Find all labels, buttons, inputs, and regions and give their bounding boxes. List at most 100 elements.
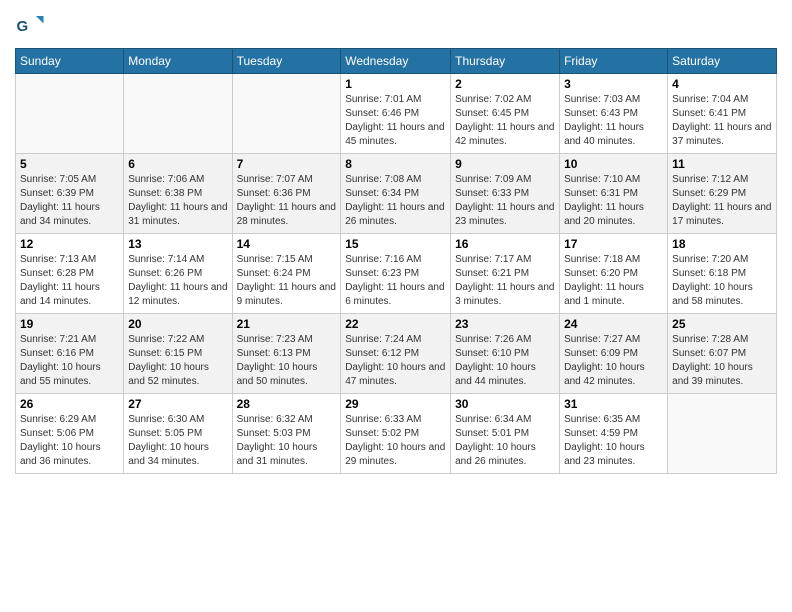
day-info: Sunrise: 7:13 AM Sunset: 6:28 PM Dayligh… [20, 253, 119, 309]
calendar-cell: 10 Sunrise: 7:10 AM Sunset: 6:31 PM Dayli… [560, 154, 668, 234]
calendar-cell: 7 Sunrise: 7:07 AM Sunset: 6:36 PM Daylig… [232, 154, 341, 234]
calendar-cell: 30 Sunrise: 6:34 AM Sunset: 5:01 PM Dayli… [451, 394, 560, 474]
day-number: 25 [672, 317, 772, 331]
calendar-week-row: 5 Sunrise: 7:05 AM Sunset: 6:39 PM Daylig… [16, 154, 777, 234]
day-info: Sunrise: 7:02 AM Sunset: 6:45 PM Dayligh… [455, 93, 555, 149]
day-number: 15 [345, 237, 446, 251]
calendar-header-thursday: Thursday [451, 49, 560, 74]
calendar-cell: 14 Sunrise: 7:15 AM Sunset: 6:24 PM Dayli… [232, 234, 341, 314]
day-info: Sunrise: 7:16 AM Sunset: 6:23 PM Dayligh… [345, 253, 446, 309]
calendar-cell: 29 Sunrise: 6:33 AM Sunset: 5:02 PM Dayli… [341, 394, 451, 474]
calendar-cell: 3 Sunrise: 7:03 AM Sunset: 6:43 PM Daylig… [560, 74, 668, 154]
day-info: Sunrise: 7:01 AM Sunset: 6:46 PM Dayligh… [345, 93, 446, 149]
day-info: Sunrise: 7:17 AM Sunset: 6:21 PM Dayligh… [455, 253, 555, 309]
day-number: 19 [20, 317, 119, 331]
day-number: 13 [128, 237, 227, 251]
day-number: 9 [455, 157, 555, 171]
day-number: 17 [564, 237, 663, 251]
calendar-cell: 6 Sunrise: 7:06 AM Sunset: 6:38 PM Daylig… [124, 154, 232, 234]
calendar-week-row: 19 Sunrise: 7:21 AM Sunset: 6:16 PM Dayli… [16, 314, 777, 394]
calendar-cell: 28 Sunrise: 6:32 AM Sunset: 5:03 PM Dayli… [232, 394, 341, 474]
day-number: 21 [237, 317, 337, 331]
svg-text:G: G [17, 18, 29, 35]
day-number: 23 [455, 317, 555, 331]
calendar-cell: 15 Sunrise: 7:16 AM Sunset: 6:23 PM Dayli… [341, 234, 451, 314]
day-info: Sunrise: 7:27 AM Sunset: 6:09 PM Dayligh… [564, 333, 663, 389]
day-number: 31 [564, 397, 663, 411]
day-info: Sunrise: 7:26 AM Sunset: 6:10 PM Dayligh… [455, 333, 555, 389]
calendar-header-wednesday: Wednesday [341, 49, 451, 74]
day-info: Sunrise: 6:33 AM Sunset: 5:02 PM Dayligh… [345, 413, 446, 469]
day-info: Sunrise: 6:29 AM Sunset: 5:06 PM Dayligh… [20, 413, 119, 469]
calendar-cell: 12 Sunrise: 7:13 AM Sunset: 6:28 PM Dayli… [16, 234, 124, 314]
day-info: Sunrise: 7:21 AM Sunset: 6:16 PM Dayligh… [20, 333, 119, 389]
calendar-cell: 4 Sunrise: 7:04 AM Sunset: 6:41 PM Daylig… [668, 74, 777, 154]
day-info: Sunrise: 7:14 AM Sunset: 6:26 PM Dayligh… [128, 253, 227, 309]
calendar-header-row: SundayMondayTuesdayWednesdayThursdayFrid… [16, 49, 777, 74]
calendar-header-monday: Monday [124, 49, 232, 74]
day-number: 8 [345, 157, 446, 171]
day-number: 3 [564, 77, 663, 91]
calendar-cell: 11Sunrise: 7:12 AM Sunset: 6:29 PM Dayli… [668, 154, 777, 234]
day-info: Sunrise: 7:24 AM Sunset: 6:12 PM Dayligh… [345, 333, 446, 389]
day-number: 20 [128, 317, 227, 331]
day-info: Sunrise: 7:08 AM Sunset: 6:34 PM Dayligh… [345, 173, 446, 229]
day-number: 7 [237, 157, 337, 171]
day-number: 18 [672, 237, 772, 251]
calendar-cell: 16Sunrise: 7:17 AM Sunset: 6:21 PM Dayli… [451, 234, 560, 314]
calendar-header-saturday: Saturday [668, 49, 777, 74]
day-number: 30 [455, 397, 555, 411]
calendar-cell [232, 74, 341, 154]
day-info: Sunrise: 7:07 AM Sunset: 6:36 PM Dayligh… [237, 173, 337, 229]
calendar-cell: 22 Sunrise: 7:24 AM Sunset: 6:12 PM Dayli… [341, 314, 451, 394]
calendar-cell: 31 Sunrise: 6:35 AM Sunset: 4:59 PM Dayli… [560, 394, 668, 474]
day-number: 6 [128, 157, 227, 171]
day-number: 24 [564, 317, 663, 331]
day-number: 14 [237, 237, 337, 251]
calendar-cell: 5 Sunrise: 7:05 AM Sunset: 6:39 PM Daylig… [16, 154, 124, 234]
logo: G [15, 10, 49, 40]
calendar-cell: 13 Sunrise: 7:14 AM Sunset: 6:26 PM Dayli… [124, 234, 232, 314]
day-number: 5 [20, 157, 119, 171]
calendar-cell: 2 Sunrise: 7:02 AM Sunset: 6:45 PM Daylig… [451, 74, 560, 154]
calendar-cell: 25 Sunrise: 7:28 AM Sunset: 6:07 PM Dayli… [668, 314, 777, 394]
day-number: 12 [20, 237, 119, 251]
day-info: Sunrise: 7:06 AM Sunset: 6:38 PM Dayligh… [128, 173, 227, 229]
calendar-cell: 17 Sunrise: 7:18 AM Sunset: 6:20 PM Dayli… [560, 234, 668, 314]
calendar-header-friday: Friday [560, 49, 668, 74]
day-info: Sunrise: 7:12 AM Sunset: 6:29 PM Dayligh… [672, 173, 772, 229]
day-number: 29 [345, 397, 446, 411]
day-info: Sunrise: 7:23 AM Sunset: 6:13 PM Dayligh… [237, 333, 337, 389]
day-number: 22 [345, 317, 446, 331]
day-number: 28 [237, 397, 337, 411]
day-info: Sunrise: 6:34 AM Sunset: 5:01 PM Dayligh… [455, 413, 555, 469]
day-info: Sunrise: 7:03 AM Sunset: 6:43 PM Dayligh… [564, 93, 663, 149]
day-info: Sunrise: 6:32 AM Sunset: 5:03 PM Dayligh… [237, 413, 337, 469]
day-number: 4 [672, 77, 772, 91]
day-info: Sunrise: 6:35 AM Sunset: 4:59 PM Dayligh… [564, 413, 663, 469]
logo-icon: G [15, 10, 45, 40]
day-number: 10 [564, 157, 663, 171]
calendar-cell: 1 Sunrise: 7:01 AM Sunset: 6:46 PM Daylig… [341, 74, 451, 154]
day-info: Sunrise: 7:10 AM Sunset: 6:31 PM Dayligh… [564, 173, 663, 229]
calendar-cell [16, 74, 124, 154]
calendar-header-sunday: Sunday [16, 49, 124, 74]
day-info: Sunrise: 7:04 AM Sunset: 6:41 PM Dayligh… [672, 93, 772, 149]
calendar-header-tuesday: Tuesday [232, 49, 341, 74]
calendar-cell [668, 394, 777, 474]
calendar-week-row: 1 Sunrise: 7:01 AM Sunset: 6:46 PM Daylig… [16, 74, 777, 154]
day-info: Sunrise: 7:20 AM Sunset: 6:18 PM Dayligh… [672, 253, 772, 309]
day-info: Sunrise: 7:15 AM Sunset: 6:24 PM Dayligh… [237, 253, 337, 309]
day-number: 1 [345, 77, 446, 91]
calendar-week-row: 12 Sunrise: 7:13 AM Sunset: 6:28 PM Dayli… [16, 234, 777, 314]
day-info: Sunrise: 7:28 AM Sunset: 6:07 PM Dayligh… [672, 333, 772, 389]
calendar-cell: 18 Sunrise: 7:20 AM Sunset: 6:18 PM Dayli… [668, 234, 777, 314]
day-info: Sunrise: 6:30 AM Sunset: 5:05 PM Dayligh… [128, 413, 227, 469]
day-info: Sunrise: 7:05 AM Sunset: 6:39 PM Dayligh… [20, 173, 119, 229]
calendar-week-row: 26Sunrise: 6:29 AM Sunset: 5:06 PM Dayli… [16, 394, 777, 474]
calendar-cell: 24 Sunrise: 7:27 AM Sunset: 6:09 PM Dayli… [560, 314, 668, 394]
calendar-cell: 21 Sunrise: 7:23 AM Sunset: 6:13 PM Dayli… [232, 314, 341, 394]
day-info: Sunrise: 7:18 AM Sunset: 6:20 PM Dayligh… [564, 253, 663, 309]
day-number: 2 [455, 77, 555, 91]
calendar-cell [124, 74, 232, 154]
